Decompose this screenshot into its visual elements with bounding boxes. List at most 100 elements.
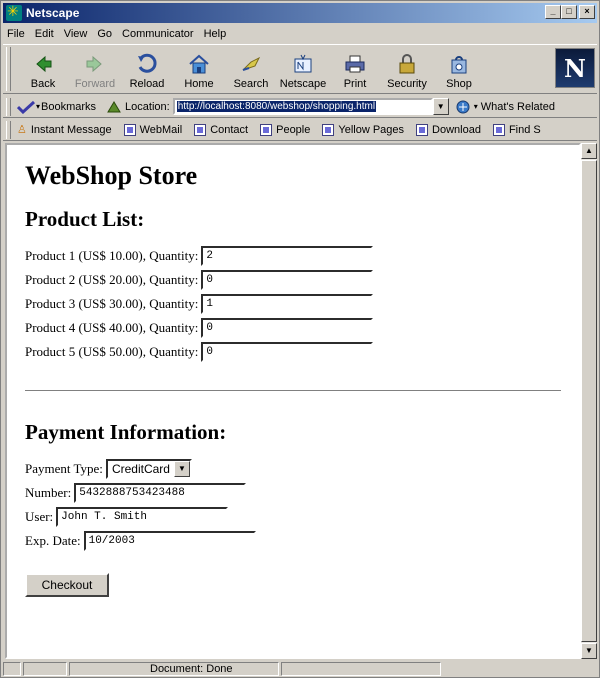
instant-message-label: Instant Message xyxy=(30,123,112,136)
lock-icon xyxy=(399,54,415,74)
instant-message-button[interactable]: ♙ Instant Message xyxy=(17,123,112,137)
menu-go[interactable]: Go xyxy=(97,28,112,40)
reload-icon xyxy=(138,53,157,73)
shop-button[interactable]: Shop xyxy=(433,47,485,93)
menu-help[interactable]: Help xyxy=(204,28,227,40)
user-input[interactable]: John T. Smith xyxy=(56,507,229,527)
security-lock-icon[interactable] xyxy=(3,662,21,676)
payment-type-label: Payment Type: xyxy=(25,461,103,476)
home-label: Home xyxy=(184,78,214,90)
connection-icon xyxy=(23,662,67,676)
whats-related-button[interactable]: ▾ What's Related xyxy=(455,100,555,114)
maximize-button[interactable]: □ xyxy=(561,5,577,19)
product-label: Product 5 (US$ 50.00), Quantity: xyxy=(25,344,199,359)
whats-related-icon xyxy=(456,100,470,113)
download-button[interactable]: Download xyxy=(416,123,481,136)
number-label: Number: xyxy=(25,485,72,500)
shop-label: Shop xyxy=(446,78,472,90)
window-controls: _ □ × xyxy=(543,5,595,19)
exp-date-label: Exp. Date: xyxy=(25,533,81,548)
find-sites-label: Find S xyxy=(508,123,541,136)
print-icon xyxy=(345,55,365,73)
section-divider xyxy=(25,390,561,392)
netscape-button[interactable]: Netscape xyxy=(277,47,329,93)
menu-edit[interactable]: Edit xyxy=(35,28,54,40)
chevron-down-icon[interactable]: ▼ xyxy=(173,461,190,477)
personal-toolbar: ♙ Instant Message WebMail Contact People… xyxy=(3,119,597,141)
print-label: Print xyxy=(343,78,367,90)
exp-date-row: Exp. Date: 10/2003 xyxy=(25,529,561,553)
product-1-quantity-input[interactable]: 2 xyxy=(201,246,374,266)
forward-arrow-icon xyxy=(86,55,102,73)
bookmarks-button[interactable]: ▾ Bookmarks xyxy=(17,100,96,114)
print-button[interactable]: Print xyxy=(329,47,381,93)
netscape-brand-logo[interactable]: N xyxy=(555,48,595,88)
search-label: Search xyxy=(233,78,269,90)
status-text: Document: Done xyxy=(69,662,279,676)
close-button[interactable]: × xyxy=(579,5,595,19)
security-button[interactable]: Security xyxy=(381,47,433,93)
exp-date-input[interactable]: 10/2003 xyxy=(83,531,256,551)
card-number-input[interactable]: 5432888753423488 xyxy=(74,483,247,503)
location-url-input[interactable]: http://localhost:8080/webshop/shopping.h… xyxy=(172,98,433,115)
product-row: Product 5 (US$ 50.00), Quantity: 0 xyxy=(25,340,561,364)
status-bar: Document: Done xyxy=(3,661,597,677)
home-button[interactable]: Home xyxy=(173,47,225,93)
product-2-quantity-input[interactable]: 0 xyxy=(201,270,374,290)
forward-button[interactable]: Forward xyxy=(69,47,121,93)
reload-label: Reload xyxy=(129,78,165,90)
user-row: User: John T. Smith xyxy=(25,505,561,529)
product-label: Product 3 (US$ 30.00), Quantity: xyxy=(25,296,199,311)
find-sites-button[interactable]: Find S xyxy=(492,123,541,136)
home-icon xyxy=(189,54,209,74)
shop-icon xyxy=(451,56,467,74)
product-3-quantity-input[interactable]: 1 xyxy=(201,294,374,314)
scroll-down-button[interactable]: ▼ xyxy=(581,643,597,659)
search-button[interactable]: Search xyxy=(225,47,277,93)
search-icon xyxy=(242,56,261,71)
payment-type-select[interactable]: CreditCard ▼ xyxy=(105,459,192,479)
page-title: WebShop Store xyxy=(25,161,198,190)
payment-heading: Payment Information: xyxy=(25,420,227,444)
scroll-thumb[interactable] xyxy=(581,160,597,642)
product-label: Product 2 (US$ 20.00), Quantity: xyxy=(25,272,199,287)
menu-bar: File Edit View Go Communicator Help xyxy=(3,25,597,43)
location-dropdown-button[interactable]: ▼ xyxy=(432,98,449,115)
back-label: Back xyxy=(30,78,56,90)
number-row: Number: 5432888753423488 xyxy=(25,481,561,505)
scroll-up-button[interactable]: ▲ xyxy=(581,143,597,159)
personal-grip[interactable] xyxy=(6,121,11,139)
minimize-button[interactable]: _ xyxy=(545,5,561,19)
product-label: Product 1 (US$ 10.00), Quantity: xyxy=(25,248,199,263)
product-list-heading: Product List: xyxy=(25,207,145,231)
payment-type-value: CreditCard xyxy=(111,462,170,476)
forward-label: Forward xyxy=(74,78,116,90)
webmail-label: WebMail xyxy=(139,123,183,136)
menu-communicator[interactable]: Communicator xyxy=(122,28,194,40)
payment-type-row: Payment Type: CreditCard ▼ xyxy=(25,457,561,481)
product-row: Product 3 (US$ 30.00), Quantity: 1 xyxy=(25,292,561,316)
download-label: Download xyxy=(432,123,481,136)
netscape-label: Netscape xyxy=(279,78,327,90)
menu-file[interactable]: File xyxy=(7,28,25,40)
product-5-quantity-input[interactable]: 0 xyxy=(201,342,374,362)
checkout-button[interactable]: Checkout xyxy=(25,573,109,597)
component-bar[interactable] xyxy=(281,662,441,676)
vertical-scrollbar[interactable]: ▲ ▼ xyxy=(581,143,597,659)
contact-button[interactable]: Contact xyxy=(194,123,248,136)
menu-view[interactable]: View xyxy=(64,28,88,40)
window-title: Netscape xyxy=(26,6,80,20)
browser-window: Netscape _ □ × File Edit View Go Communi… xyxy=(0,0,600,678)
product-4-quantity-input[interactable]: 0 xyxy=(201,318,374,338)
back-button[interactable]: Back xyxy=(17,47,69,93)
security-label: Security xyxy=(387,78,427,90)
user-label: User: xyxy=(25,509,54,524)
yellow-pages-button[interactable]: Yellow Pages xyxy=(322,123,404,136)
whats-related-dropdown-icon: ▾ xyxy=(473,102,478,111)
reload-button[interactable]: Reload xyxy=(121,47,173,93)
toolbar-grip[interactable] xyxy=(6,47,11,91)
product-row: Product 2 (US$ 20.00), Quantity: 0 xyxy=(25,268,561,292)
webmail-button[interactable]: WebMail xyxy=(123,123,183,136)
location-grip[interactable] xyxy=(6,98,11,116)
people-button[interactable]: People xyxy=(260,123,310,136)
